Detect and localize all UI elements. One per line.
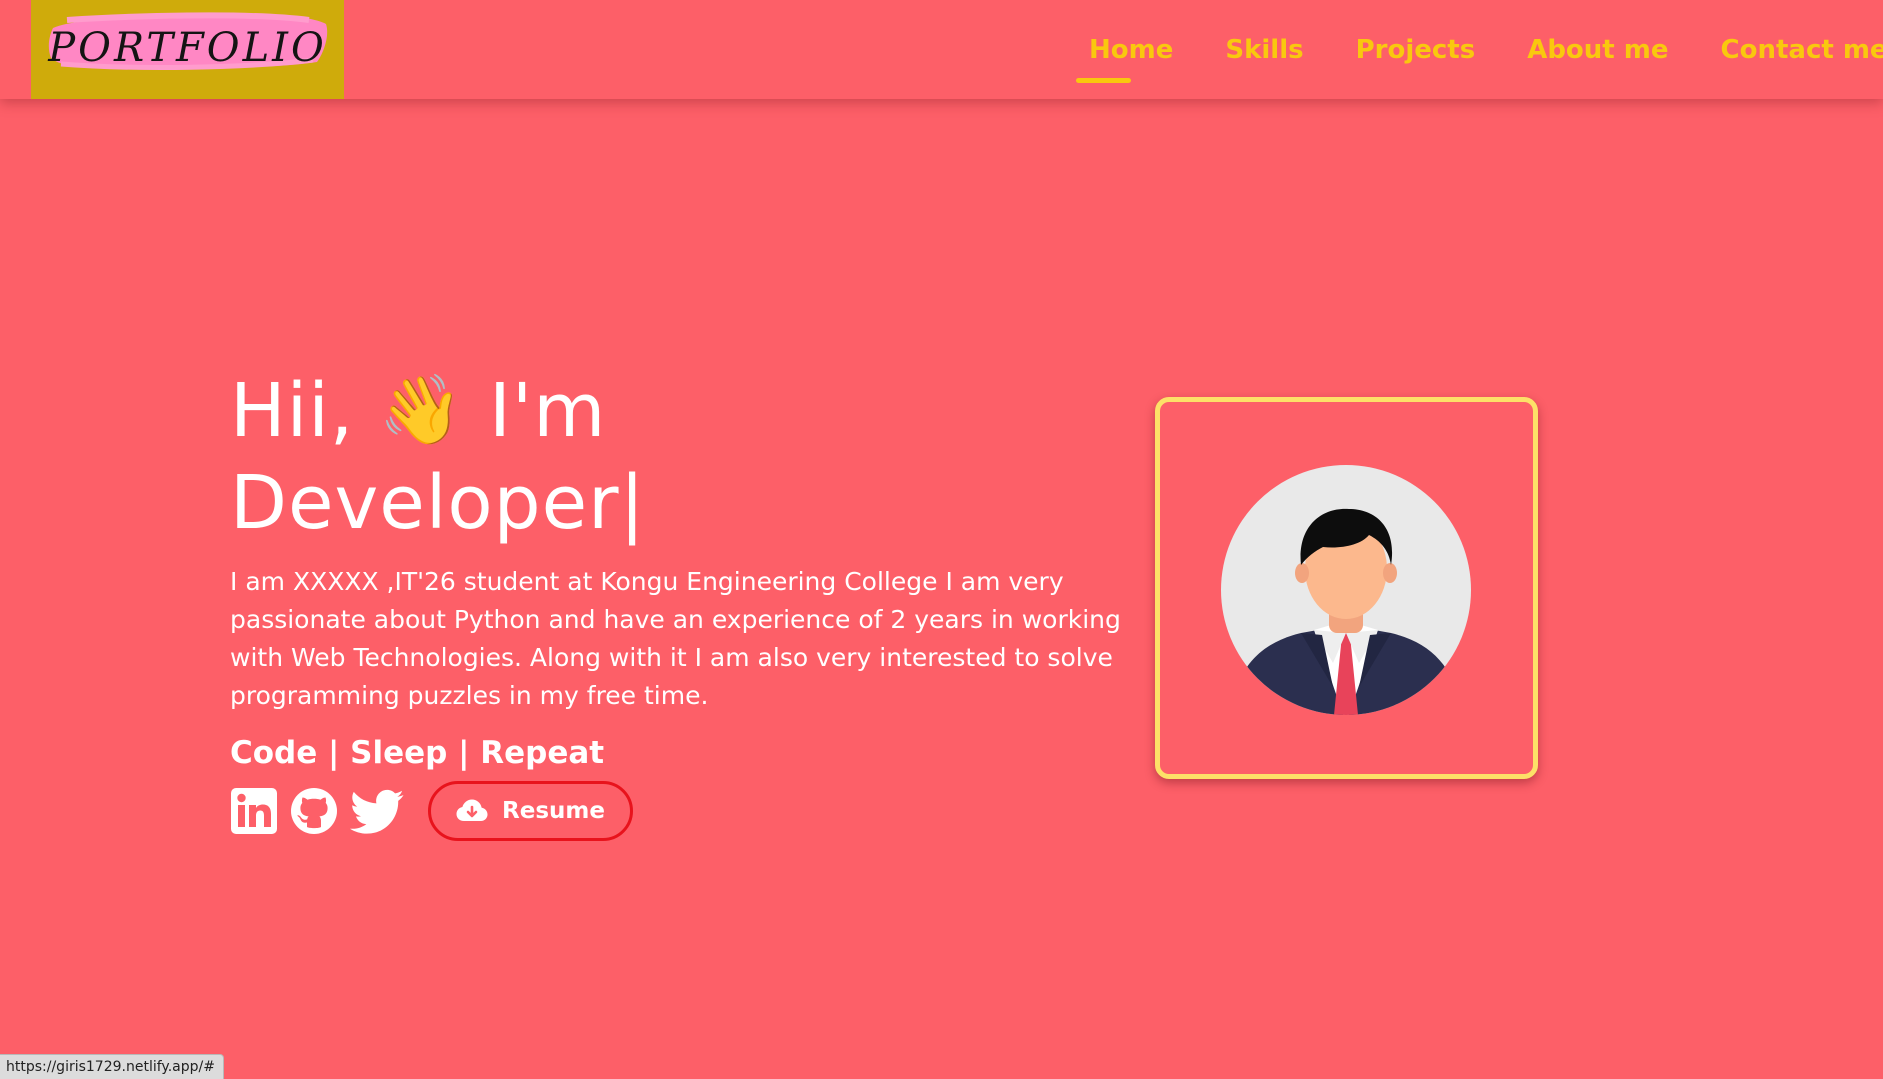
hero-greeting: Hii,: [230, 368, 355, 454]
hero-actions: Resume: [230, 781, 1130, 841]
resume-button[interactable]: Resume: [428, 781, 633, 841]
cloud-download-icon: [456, 799, 488, 821]
nav-home-label: Home: [1089, 34, 1174, 65]
status-url: https://giris1729.netlify.app/#: [6, 1059, 215, 1075]
hero-section: Hii, 👋 I'm Developer| I am XXXXX ,IT'26 …: [230, 365, 1130, 841]
navbar: PORTFOLIO Home Skills Projects About me …: [0, 0, 1883, 99]
twitter-icon[interactable]: [350, 787, 404, 835]
linkedin-icon[interactable]: [230, 787, 278, 835]
nav-contact-me-label: Contact me: [1720, 34, 1883, 65]
resume-label: Resume: [502, 798, 605, 824]
typed-role-text: Developer|: [230, 460, 646, 546]
nav-about-me-label: About me: [1527, 34, 1669, 65]
nav-projects-label: Projects: [1355, 34, 1476, 65]
logo[interactable]: PORTFOLIO: [31, 0, 344, 99]
hero-tagline: Code | Sleep | Repeat: [230, 735, 605, 771]
waving-hand-icon: 👋: [378, 371, 465, 450]
nav-skills[interactable]: Skills: [1212, 35, 1316, 65]
nav-contact-me[interactable]: Contact me: [1708, 35, 1883, 65]
logo-text: PORTFOLIO: [48, 25, 327, 71]
hero-intro: I'm: [489, 368, 607, 454]
active-nav-underline: [1076, 77, 1131, 83]
hero-heading: Hii, 👋 I'm Developer|: [230, 365, 1130, 549]
nav-projects[interactable]: Projects: [1343, 35, 1489, 65]
github-icon[interactable]: [290, 787, 338, 835]
browser-status-bar: https://giris1729.netlify.app/#: [0, 1054, 224, 1079]
nav-about-me[interactable]: About me: [1514, 35, 1681, 65]
nav-links: Home Skills Projects About me Contact me: [1063, 0, 1883, 99]
nav-skills-label: Skills: [1225, 34, 1304, 65]
profile-card: [1155, 397, 1538, 779]
profile-avatar: [1221, 465, 1471, 715]
nav-home[interactable]: Home: [1076, 34, 1186, 83]
hero-description: I am XXXXX ,IT'26 student at Kongu Engin…: [230, 567, 1121, 710]
